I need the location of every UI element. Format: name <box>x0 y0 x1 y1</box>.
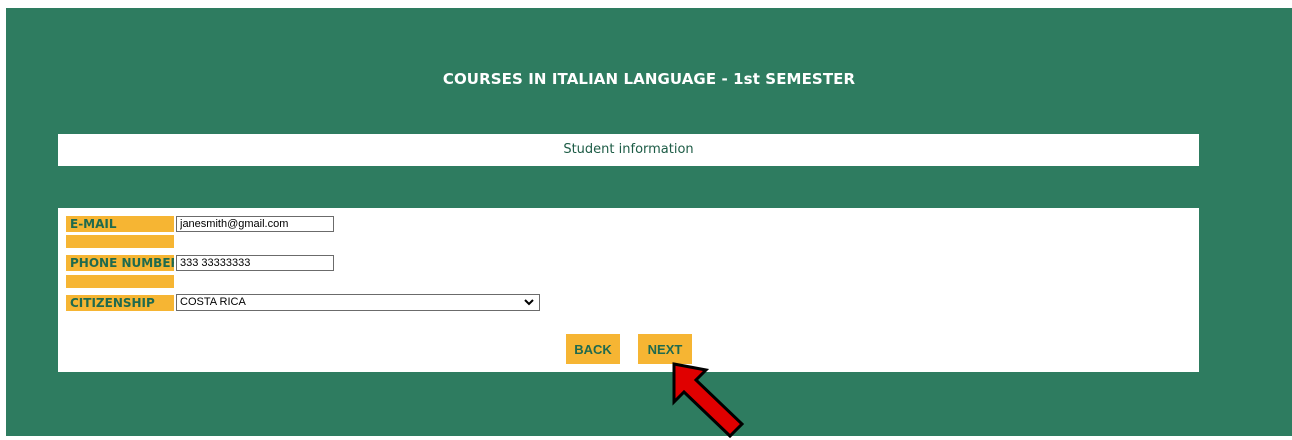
phone-field[interactable] <box>176 255 334 271</box>
page-title: COURSES IN ITALIAN LANGUAGE - 1st SEMEST… <box>442 70 856 88</box>
back-button[interactable]: BACK <box>566 334 620 364</box>
red-arrow-icon <box>672 362 745 439</box>
citizenship-selected-value: COSTA RICA <box>180 296 246 308</box>
citizenship-label: CITIZENSHIP <box>66 295 174 311</box>
phone-label: PHONE NUMBER <box>66 255 174 271</box>
chevron-down-icon <box>524 299 534 306</box>
email-label: E-MAIL <box>66 216 174 232</box>
student-form: E-MAIL PHONE NUMBER CITIZENSHIP COSTA RI… <box>58 208 1199 372</box>
section-header: Student information <box>58 134 1199 166</box>
email-field[interactable] <box>176 216 334 232</box>
citizenship-select[interactable]: COSTA RICA <box>176 294 540 311</box>
label-spacer <box>66 235 174 248</box>
label-spacer <box>66 275 174 288</box>
page-background: COURSES IN ITALIAN LANGUAGE - 1st SEMEST… <box>6 8 1292 439</box>
